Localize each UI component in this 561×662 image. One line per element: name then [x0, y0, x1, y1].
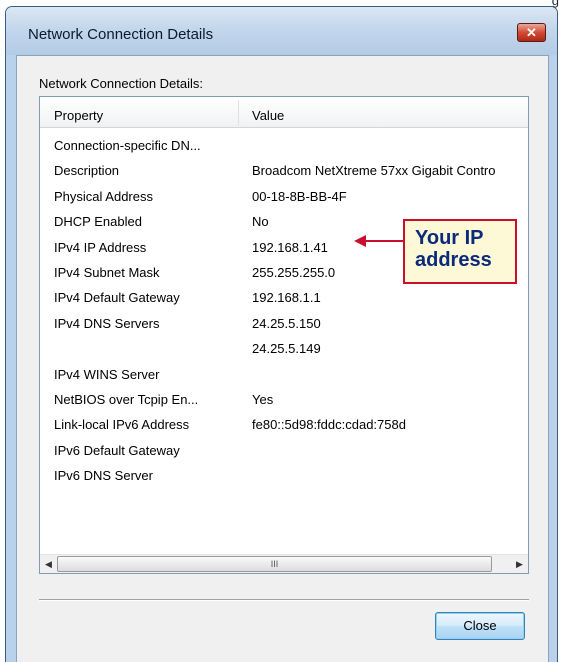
- list-header: Property Value: [40, 97, 528, 128]
- list-row[interactable]: Link-local IPv6 Address fe80::5d98:fddc:c…: [40, 412, 528, 437]
- property-cell: Physical Address: [54, 188, 153, 204]
- column-divider[interactable]: [238, 100, 239, 126]
- value-cell: 00-18-8B-BB-4F: [252, 188, 347, 204]
- property-cell: Connection-specific DN...: [54, 138, 201, 153]
- list-row[interactable]: IPv6 Default Gateway: [40, 438, 528, 463]
- callout-line-2: address: [415, 249, 492, 271]
- list-row[interactable]: Connection-specific DN...: [40, 133, 528, 158]
- list-row[interactable]: 24.25.5.149: [40, 336, 528, 361]
- close-icon[interactable]: ✕: [517, 23, 546, 42]
- ip-address-callout: Your IP address: [403, 219, 517, 284]
- property-cell: Link-local IPv6 Address: [54, 417, 190, 433]
- callout-line-1: Your IP: [415, 227, 484, 249]
- dialog-body: Network Connection Details: Property Val…: [16, 55, 549, 662]
- value-cell: 24.25.5.149: [252, 341, 321, 357]
- property-cell: Description: [54, 163, 120, 179]
- value-cell: Yes: [252, 392, 274, 407]
- property-cell: IPv4 DNS Servers: [54, 315, 160, 331]
- value-cell: fe80::5d98:fddc:cdad:758d: [252, 417, 406, 433]
- list-row[interactable]: IPv6 DNS Server: [40, 463, 528, 488]
- property-cell: IPv4 WINS Server: [54, 366, 160, 382]
- dialog-window: Network Connection Details ✕ Network Con…: [5, 6, 558, 662]
- callout-arrow-icon: [354, 235, 404, 247]
- value-cell: Broadcom NetXtreme 57xx Gigabit Contro: [252, 163, 496, 179]
- title-bar[interactable]: Network Connection Details ✕: [6, 7, 557, 55]
- list-row[interactable]: Description Broadcom NetXtreme 57xx Gigab…: [40, 158, 528, 183]
- scroll-thumb[interactable]: III: [57, 556, 492, 572]
- value-cell: 255.255.255.0: [252, 265, 336, 280]
- property-cell: NetBIOS over Tcpip En...: [54, 392, 199, 407]
- column-header-value[interactable]: Value: [252, 108, 284, 123]
- value-cell: No: [252, 214, 269, 230]
- column-header-property[interactable]: Property: [54, 108, 103, 123]
- list-row[interactable]: IPv4 WINS Server: [40, 362, 528, 387]
- list-row[interactable]: IPv4 DNS Servers 24.25.5.150: [40, 311, 528, 336]
- property-cell: IPv6 Default Gateway: [54, 442, 180, 458]
- horizontal-scrollbar[interactable]: ◀ III ▶: [40, 554, 528, 573]
- value-cell: 192.168.1.41: [252, 239, 328, 255]
- details-list[interactable]: Property Value Connection-specific DN...…: [39, 96, 529, 574]
- value-cell: 24.25.5.150: [252, 315, 321, 331]
- details-label: Network Connection Details:: [39, 76, 204, 91]
- property-cell: IPv4 Subnet Mask: [54, 265, 160, 280]
- list-row[interactable]: NetBIOS over Tcpip En... Yes: [40, 387, 528, 412]
- list-row[interactable]: Physical Address 00-18-8B-BB-4F: [40, 184, 528, 209]
- property-cell: IPv4 Default Gateway: [54, 290, 180, 306]
- window-title: Network Connection Details: [28, 26, 214, 43]
- property-cell: IPv6 DNS Server: [54, 468, 153, 484]
- scroll-right-icon[interactable]: ▶: [511, 555, 528, 573]
- property-cell: IPv4 IP Address: [54, 239, 147, 255]
- separator-line: [39, 599, 529, 601]
- list-row[interactable]: IPv4 Default Gateway 192.168.1.1: [40, 285, 528, 310]
- property-cell: DHCP Enabled: [54, 214, 142, 230]
- value-cell: 192.168.1.1: [252, 290, 321, 306]
- scroll-left-icon[interactable]: ◀: [40, 555, 57, 573]
- close-button[interactable]: Close: [435, 612, 525, 640]
